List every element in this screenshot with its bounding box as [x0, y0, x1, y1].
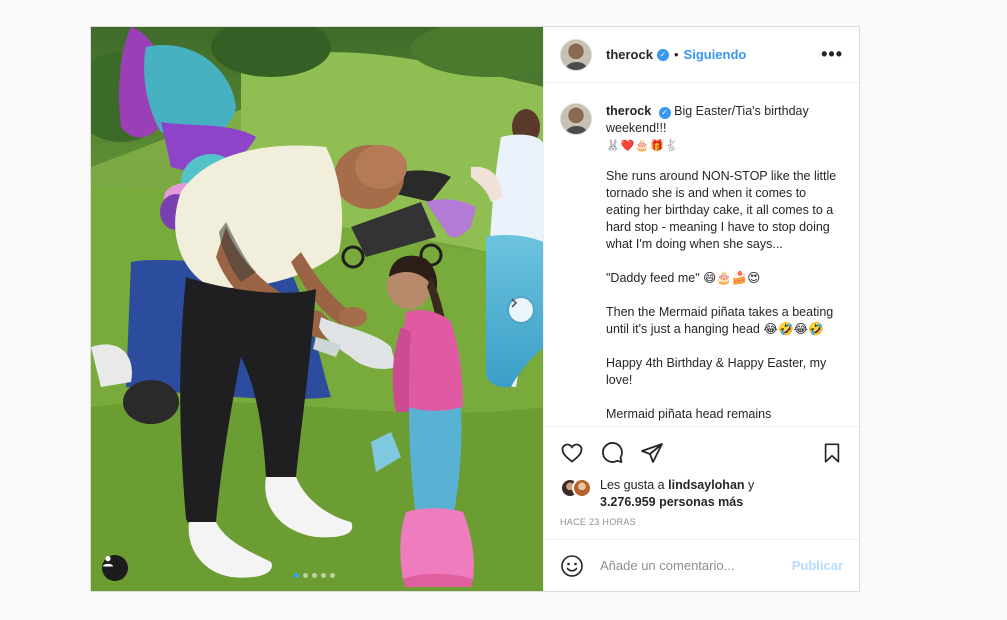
- caption-username[interactable]: therock: [606, 104, 651, 118]
- caption-paragraph: "Daddy feed me" 😄🎂🍰😍: [606, 271, 761, 285]
- likes-prefix: Les gusta a: [600, 478, 665, 492]
- user-tag-icon: [103, 556, 113, 567]
- carousel-dot: [294, 573, 299, 578]
- caption: therock ✓ Big Easter/Tia's birthday week…: [606, 103, 843, 426]
- post-timestamp[interactable]: HACE 23 HORAS: [544, 511, 859, 537]
- likes-summary: Les gusta a lindsaylohan y 3.276.959 per…: [544, 473, 859, 511]
- carousel-dot: [312, 573, 317, 578]
- likes-joiner: y: [748, 478, 755, 492]
- separator: •: [673, 47, 679, 62]
- avatar[interactable]: [572, 478, 592, 498]
- more-options-icon[interactable]: •••: [821, 44, 843, 65]
- carousel-dot: [303, 573, 308, 578]
- action-bar: [544, 433, 859, 473]
- carousel-dot: [330, 573, 335, 578]
- avatar[interactable]: [560, 38, 592, 71]
- share-icon[interactable]: [640, 441, 664, 465]
- caption-paragraph: She runs around NON-STOP like the little…: [606, 169, 837, 251]
- publish-button[interactable]: Publicar: [792, 558, 843, 573]
- carousel-dot: [321, 573, 326, 578]
- liker-avatars[interactable]: [560, 478, 594, 498]
- post-side-panel: therock ✓ • Siguiendo ••• therock ✓ Big …: [543, 27, 859, 591]
- likes-count-link[interactable]: 3.276.959 personas más: [600, 495, 743, 509]
- post-photo[interactable]: [91, 27, 543, 591]
- next-photo-button[interactable]: [509, 298, 533, 322]
- verified-icon: ✓: [656, 48, 669, 61]
- liker-username-link[interactable]: lindsaylohan: [668, 478, 744, 492]
- heart-icon[interactable]: [560, 441, 584, 465]
- comment-bar: Añade un comentario... Publicar: [544, 539, 859, 591]
- instagram-post: therock ✓ • Siguiendo ••• therock ✓ Big …: [90, 26, 860, 592]
- comment-icon[interactable]: [600, 441, 624, 465]
- bookmark-icon[interactable]: [821, 442, 843, 464]
- photo-scene: [91, 27, 543, 591]
- caption-paragraph: Happy 4th Birthday & Happy Easter, my lo…: [606, 356, 827, 387]
- avatar[interactable]: [560, 103, 592, 135]
- caption-paragraph: Then the Mermaid piñata takes a beating …: [606, 305, 834, 336]
- likes-text: Les gusta a lindsaylohan y 3.276.959 per…: [600, 477, 754, 511]
- next-arrow-icon: [511, 298, 518, 308]
- username-link[interactable]: therock: [606, 47, 653, 62]
- comment-input[interactable]: Añade un comentario...: [600, 558, 792, 573]
- following-button[interactable]: Siguiendo: [684, 47, 747, 62]
- post-header: therock ✓ • Siguiendo •••: [544, 27, 859, 83]
- caption-first-line: therock ✓ Big Easter/Tia's birthday week…: [606, 103, 843, 155]
- caption-emoji-line: 🐰❤️🎂🎁🐇: [606, 140, 680, 152]
- user-tag-button[interactable]: [102, 555, 128, 581]
- carousel-indicator: [294, 573, 335, 578]
- emoji-icon[interactable]: [560, 554, 584, 578]
- verified-icon: ✓: [658, 106, 671, 119]
- caption-paragraph: Mermaid piñata head remains: [606, 407, 772, 421]
- caption-area: therock ✓ Big Easter/Tia's birthday week…: [544, 83, 859, 427]
